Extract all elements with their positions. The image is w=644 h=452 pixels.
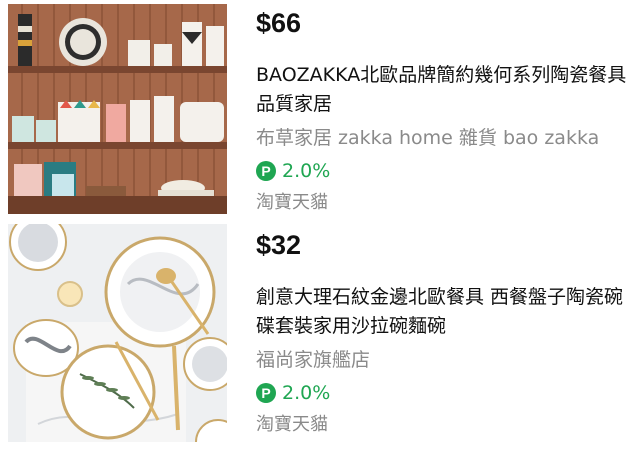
- product-title[interactable]: BAOZAKKA北歐品牌簡約幾何系列陶瓷餐具品質家居: [256, 61, 634, 119]
- cashback-row: P 2.0%: [256, 159, 636, 183]
- cashback-rate: 2.0%: [282, 382, 331, 404]
- product-title[interactable]: 創意大理石紋金邊北歐餐具 西餐盤子陶瓷碗碟套裝家用沙拉碗麵碗: [256, 283, 634, 341]
- product-price: $66: [256, 8, 302, 38]
- platform-label: 淘寶天貓: [256, 192, 328, 213]
- product-info: $32 創意大理石紋金邊北歐餐具 西餐盤子陶瓷碗碟套裝家用沙拉碗麵碗 福尚家旗艦…: [256, 222, 636, 437]
- platform-label: 淘寶天貓: [256, 414, 328, 435]
- product-image[interactable]: [8, 4, 227, 214]
- store-name[interactable]: 福尚家旗艦店: [256, 347, 636, 373]
- product-image[interactable]: [8, 224, 227, 442]
- product-card[interactable]: $32 創意大理石紋金邊北歐餐具 西餐盤子陶瓷碗碟套裝家用沙拉碗麵碗 福尚家旗艦…: [0, 222, 644, 452]
- cashback-icon: P: [256, 383, 276, 403]
- cashback-row: P 2.0%: [256, 381, 636, 405]
- cashback-rate: 2.0%: [282, 160, 331, 182]
- cashback-icon: P: [256, 161, 276, 181]
- product-price: $32: [256, 230, 302, 260]
- product-info: $66 BAOZAKKA北歐品牌簡約幾何系列陶瓷餐具品質家居 布草家居 zakk…: [256, 0, 636, 215]
- store-name[interactable]: 布草家居 zakka home 雜貨 bao zakka: [256, 125, 636, 151]
- product-card[interactable]: $66 BAOZAKKA北歐品牌簡約幾何系列陶瓷餐具品質家居 布草家居 zakk…: [0, 0, 644, 222]
